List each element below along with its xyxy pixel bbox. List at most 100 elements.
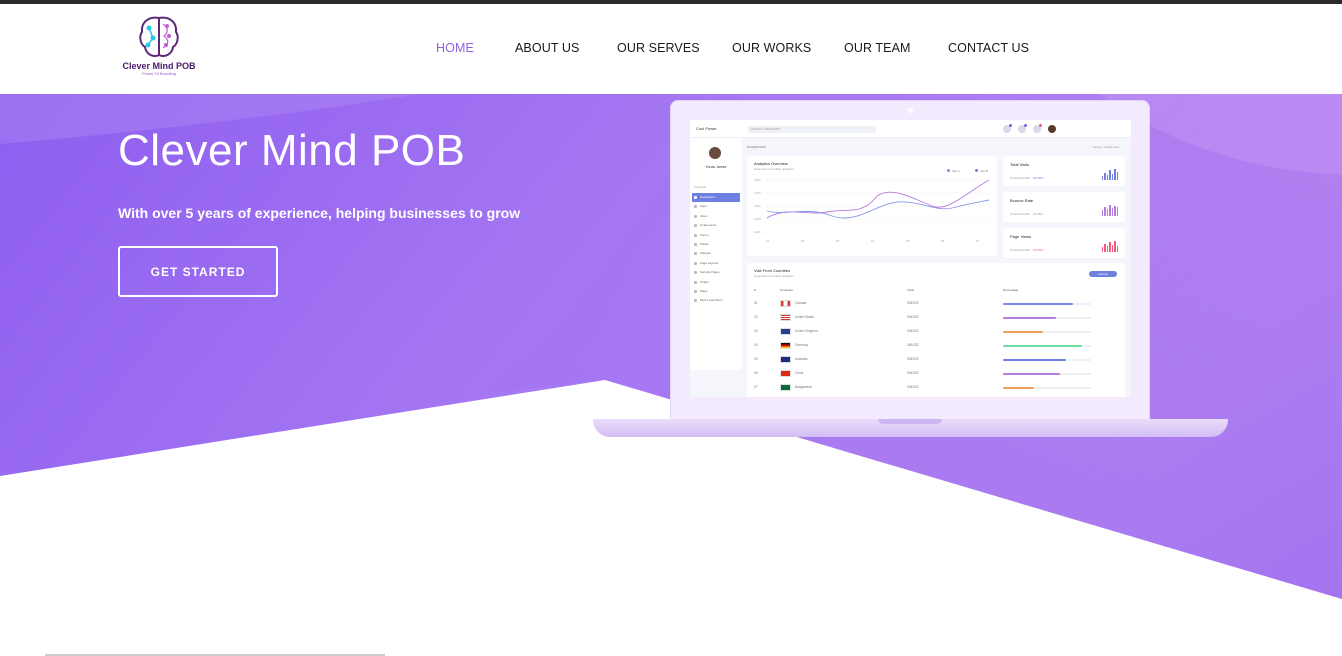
mockup-menu-item: Page Layouts (692, 259, 740, 268)
col-visits: Visits (907, 288, 915, 292)
row-visits: 345/332 (907, 315, 919, 319)
col-num: # (754, 288, 756, 292)
row-country: Australia (795, 357, 808, 361)
laptop-camera (908, 108, 913, 113)
mockup-menu-item: Forms (692, 231, 740, 240)
bell-icon (1003, 124, 1012, 133)
country-flag-icon (780, 342, 791, 349)
mockup-menu: Dashboard Apps Inbox Ui Elements Forms T… (692, 193, 740, 306)
table-row: 03 United Kingdom 345/332 (747, 325, 1125, 339)
x-tick: 01 (766, 239, 770, 243)
row-num: 01 (754, 301, 758, 305)
analytics-card: Analytics Overview Overview of monthly a… (747, 156, 997, 256)
mockup-search: Search Dashboard (748, 126, 876, 133)
row-num: 05 (754, 357, 758, 361)
mockup-brand: Cool Power (696, 126, 717, 131)
mockup-sidebar: Yonas James Personal Dashboard Apps Inbo… (690, 138, 742, 370)
site-logo[interactable]: Clever Mind POB Power Of Branding (122, 14, 196, 84)
mockup-menu-item: Multi Level Menu (692, 296, 740, 305)
stat-card-bounce-rate: Bounce Rate Overall Growth 15.65% (1003, 192, 1125, 222)
x-tick: 06 (941, 239, 945, 243)
row-num: 02 (754, 315, 758, 319)
country-flag-icon (780, 300, 791, 307)
brain-logo-icon (139, 16, 179, 57)
countries-actions-button: Actions (1089, 271, 1117, 277)
mockup-menu-item: Widgets (692, 249, 740, 258)
stat-value: 25.65% (1033, 248, 1044, 252)
mockup-menu-item: Dashboard (692, 193, 740, 203)
mockup-breadcrumb-right: Home > Dashboard (1093, 145, 1120, 149)
stat-value: 15.65% (1033, 212, 1044, 216)
nav-about-us[interactable]: ABOUT US (515, 41, 579, 55)
mockup-topbar: Cool Power Search Dashboard (690, 120, 1131, 138)
y-tick: 1000 (754, 230, 761, 234)
analytics-line-chart: 2000 1750 1500 1250 1000 01 02 03 04 05 … (754, 178, 991, 243)
row-country: Germany (795, 343, 809, 347)
legend-site-a-label: Site A (952, 169, 960, 173)
y-tick: 1500 (754, 204, 761, 208)
row-percentage-bar (1003, 387, 1091, 389)
mockup-icons (1003, 124, 1056, 133)
col-countries: Countries (780, 288, 793, 292)
hero-subtitle: With over 5 years of experience, helping… (118, 205, 521, 221)
mockup-breadcrumb: DASHBOARD (747, 145, 767, 149)
mail-icon (1018, 124, 1027, 133)
row-country: United States (795, 315, 815, 319)
row-country: China (795, 371, 804, 375)
mockup-username: Yonas James (705, 165, 727, 169)
mockup-section-label: Personal (694, 185, 706, 189)
mockup-menu-item: Apps (692, 202, 740, 211)
col-percentage: Percentage (1003, 288, 1019, 292)
row-country: Bangladesh (795, 385, 812, 389)
row-num: 06 (754, 371, 758, 375)
table-row: 04 Germany 345/332 (747, 339, 1125, 353)
get-started-button[interactable]: GET STARTED (118, 246, 278, 297)
row-percentage-bar (1003, 359, 1091, 361)
site-header: Clever Mind POB Power Of Branding HOME A… (0, 4, 1342, 94)
country-flag-icon (780, 384, 791, 391)
row-visits: 345/332 (907, 371, 919, 375)
row-country: Canada (795, 301, 807, 305)
legend-site-a: Site A (947, 169, 960, 173)
nav-home[interactable]: HOME (436, 41, 474, 55)
logo-title: Clever Mind POB (122, 61, 196, 71)
countries-subtitle: Overview of monthly analytics (754, 274, 794, 278)
row-visits: 345/332 (907, 385, 919, 389)
stat-title: Total Visits (1010, 162, 1030, 167)
table-row: 02 United States 345/332 (747, 311, 1125, 325)
row-percentage-fill (1003, 359, 1067, 361)
stat-value: 35.65% (1033, 176, 1044, 180)
table-row: 05 Australia 345/332 (747, 353, 1125, 367)
x-tick: 02 (801, 239, 805, 243)
row-num: 04 (754, 343, 758, 347)
row-percentage-bar (1003, 373, 1091, 375)
row-percentage-bar (1003, 345, 1091, 347)
nav-our-works[interactable]: OUR WORKS (732, 41, 811, 55)
analytics-subtitle: Overview of monthly analytics (754, 167, 794, 171)
legend-site-b: Site B (975, 169, 988, 173)
x-tick: 03 (836, 239, 840, 243)
row-percentage-fill (1003, 303, 1074, 305)
row-percentage-fill (1003, 345, 1083, 347)
row-percentage-bar (1003, 303, 1091, 305)
country-flag-icon (780, 314, 791, 321)
row-country: United Kingdom (795, 329, 818, 333)
row-percentage-bar (1003, 331, 1091, 333)
stat-label: Overall Growth (1010, 248, 1031, 252)
mockup-menu-item: Sample Pages (692, 268, 740, 277)
table-row: 07 Bangladesh 345/332 (747, 381, 1125, 395)
countries-card: Visit From Countries Overview of monthly… (747, 263, 1125, 397)
laptop-notch (878, 419, 942, 424)
row-num: 03 (754, 329, 758, 333)
nav-contact-us[interactable]: CONTACT US (948, 41, 1029, 55)
dashboard-mockup: Cool Power Search Dashboard Yonas James … (690, 120, 1131, 397)
row-visits: 345/332 (907, 343, 919, 347)
y-tick: 1250 (754, 217, 761, 221)
nav-our-team[interactable]: OUR TEAM (844, 41, 911, 55)
x-tick: 07 (976, 239, 980, 243)
nav-our-serves[interactable]: OUR SERVES (617, 41, 700, 55)
country-flag-icon (780, 328, 791, 335)
row-visits: 345/332 (907, 357, 919, 361)
stat-card-total-visits: Total Visits Overall Growth 35.65% (1003, 156, 1125, 186)
stat-title: Page Views (1010, 234, 1032, 239)
